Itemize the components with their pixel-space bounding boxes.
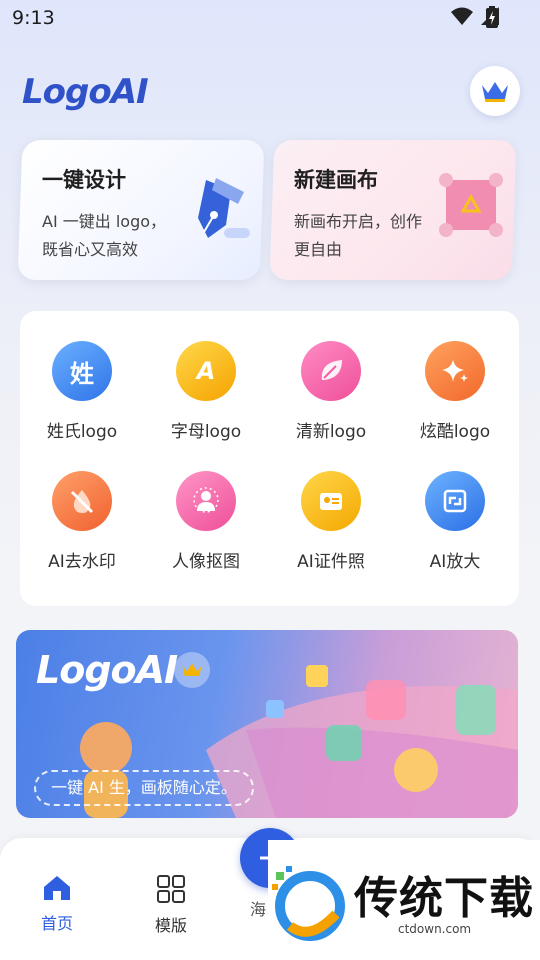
pen-nib-icon <box>198 178 250 238</box>
surname-glyph: 姓 <box>70 359 94 388</box>
tool-letter-logo[interactable]: A 字母logo <box>146 341 266 442</box>
new-canvas-card[interactable]: 新建画布 新画布开启，创作更自由 <box>269 140 517 280</box>
watermark-url: ctdown.com <box>398 922 472 936</box>
letter-a-icon: A <box>176 341 236 401</box>
watermark-text: 传统下载 <box>354 873 534 924</box>
banner-title: LogoAI <box>36 648 178 692</box>
nav-label: 首页 <box>40 914 73 933</box>
tool-ai-id-photo[interactable]: AI证件照 <box>271 471 391 572</box>
expand-icon <box>425 471 485 531</box>
one-click-design-card[interactable]: 一键设计 AI 一键出 logo，既省心又高效 <box>17 140 265 280</box>
sparkle-icon <box>425 341 485 401</box>
nav-item-home[interactable]: 首页 <box>27 874 87 934</box>
tool-surname-logo[interactable]: 姓 姓氏logo <box>22 341 142 442</box>
tool-ai-upscale[interactable]: AI放大 <box>395 471 515 572</box>
watermark: 传统下载 ctdown.com <box>268 840 540 960</box>
tool-label: 清新logo <box>295 422 367 442</box>
vip-crown-button[interactable] <box>470 66 520 116</box>
tool-ai-remove-watermark[interactable]: AI去水印 <box>22 471 142 572</box>
home-icon <box>44 876 70 900</box>
tool-label: 字母logo <box>170 422 242 442</box>
banner-crown-icon <box>174 652 210 688</box>
nav-item-templates[interactable]: 模版 <box>141 874 201 936</box>
crown-icon <box>482 82 508 102</box>
battery-icon <box>486 6 498 28</box>
tool-portrait-cutout[interactable]: 人像抠图 <box>146 471 266 572</box>
person-cutout-icon <box>176 471 236 531</box>
tools-panel: 姓 姓氏logo A 字母logo 清新logo 炫酷logo AI去水印 人像… <box>20 311 519 606</box>
tool-fresh-logo[interactable]: 清新logo <box>271 341 391 442</box>
tool-label: AI证件照 <box>297 552 365 572</box>
tool-label: 姓氏logo <box>46 422 118 442</box>
surname-icon: 姓 <box>52 341 112 401</box>
tool-label: AI放大 <box>429 552 481 572</box>
tool-label: AI去水印 <box>48 552 116 572</box>
card-title: 新建画布 <box>294 168 378 192</box>
canvas-icon <box>439 173 503 237</box>
nav-label: 模版 <box>154 916 187 935</box>
leaf-icon <box>301 341 361 401</box>
status-bar: 9:13 <box>0 0 540 36</box>
wifi-icon <box>451 7 473 25</box>
status-time: 9:13 <box>12 7 55 29</box>
center-nav-label: 海 <box>250 900 267 919</box>
app-logo: LogoAI <box>22 72 149 112</box>
id-card-icon <box>301 471 361 531</box>
water-drop-icon <box>52 471 112 531</box>
tool-label: 人像抠图 <box>172 552 240 572</box>
banner-slogan: 一键 AI 生，画板随心定。 <box>34 770 254 806</box>
card-description: 新画布开启，创作更自由 <box>294 212 423 259</box>
watermark-logo <box>272 866 345 941</box>
tool-cool-logo[interactable]: 炫酷logo <box>395 341 515 442</box>
letter-glyph: A <box>196 357 216 385</box>
card-title: 一键设计 <box>42 168 126 192</box>
card-description: AI 一键出 logo，既省心又高效 <box>42 212 167 259</box>
grid-icon <box>157 875 185 903</box>
promo-banner[interactable]: LogoAI 一键 AI 生，画板随心定。 <box>16 630 518 818</box>
tool-label: 炫酷logo <box>419 422 491 442</box>
